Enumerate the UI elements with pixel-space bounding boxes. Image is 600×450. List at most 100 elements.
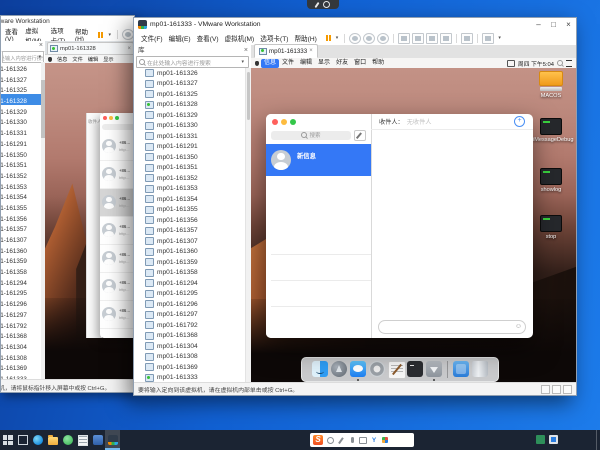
menubar-clock[interactable]: 周四 下午5:04 — [518, 59, 554, 68]
vm-list-item[interactable]: mp01-161291 — [1, 137, 45, 148]
front-library-search-input[interactable]: 在此处输入内容进行搜索 ▾ — [136, 56, 249, 68]
sogou-mode-icon[interactable] — [326, 435, 334, 445]
vm-list-item[interactable]: mp01-161326 — [134, 68, 246, 79]
show-desktop-button[interactable] — [596, 430, 600, 450]
unity-mode-button[interactable] — [440, 33, 452, 44]
dock-textedit-icon[interactable] — [388, 361, 404, 377]
hdd-device-icon[interactable] — [541, 385, 550, 394]
close-light-icon[interactable] — [103, 116, 107, 120]
taskbar-notepad-button[interactable] — [75, 430, 90, 450]
snapshot-manager-button[interactable] — [377, 33, 389, 44]
vm-list-item[interactable]: mp01-161329 — [1, 105, 45, 116]
conversation-row[interactable]: +86…http… — [100, 217, 134, 245]
menu-item[interactable]: 查看(V) — [194, 33, 222, 43]
guest-menu-item[interactable]: 信息 — [261, 59, 279, 68]
guest-menu-item[interactable]: 编辑 — [297, 59, 315, 68]
vm-list-item[interactable]: mp01-161294 — [1, 276, 45, 287]
sogou-keyboard-icon[interactable] — [359, 435, 367, 445]
guest-menu-item[interactable]: 窗口 — [351, 59, 369, 68]
taskbar-edge-button[interactable] — [30, 430, 45, 450]
close-light-icon[interactable] — [272, 119, 278, 125]
taskbar-app-blue-button[interactable] — [90, 430, 105, 450]
dock-downloader-icon[interactable] — [426, 361, 442, 377]
close-button[interactable]: × — [561, 18, 576, 31]
vm-list-item[interactable]: mp01-161308 — [1, 351, 45, 362]
vm-list-item[interactable]: mp01-161352 — [1, 169, 45, 180]
minimize-button[interactable]: – — [531, 18, 546, 31]
close-panel-button[interactable]: × — [244, 45, 248, 56]
vm-list-item[interactable]: mp01-161325 — [134, 89, 246, 100]
sogou-language-bar[interactable]: S — [310, 433, 414, 447]
show-thumbnails-button[interactable] — [412, 33, 424, 44]
vm-list-item[interactable]: mp01-161351 — [1, 158, 45, 169]
guest-menu-item[interactable]: 显示 — [101, 56, 115, 63]
dock-system-preferences-icon[interactable] — [369, 361, 385, 377]
taskbar-vmware-button[interactable] — [105, 430, 120, 450]
vm-list-item[interactable]: mp01-161352 — [134, 173, 246, 184]
enter-fullscreen-button[interactable] — [426, 33, 438, 44]
zoom-light-icon[interactable] — [290, 119, 296, 125]
snapshot-take-button[interactable] — [349, 33, 361, 44]
to-field[interactable]: 无收件人 — [407, 117, 432, 126]
vm-list-item[interactable]: mp01-161297 — [1, 308, 45, 319]
vm-list-item[interactable]: mp01-161308 — [134, 352, 246, 363]
back-vm-tab[interactable]: mp01-161328 × — [47, 42, 134, 54]
close-panel-button[interactable]: × — [39, 41, 43, 51]
dock-terminal-icon[interactable] — [407, 361, 423, 377]
vm-list-item[interactable]: mp01-161359 — [1, 254, 45, 265]
tab-close-icon[interactable]: × — [127, 46, 131, 52]
conversation-row[interactable]: +86…http… — [100, 301, 134, 329]
vm-list-item[interactable]: mp01-161327 — [134, 79, 246, 90]
dock-messages-icon[interactable] — [350, 361, 366, 377]
vm-list-item[interactable]: mp01-161357 — [134, 226, 246, 237]
conversation-row[interactable]: +86…http… — [100, 133, 134, 161]
vm-list-item[interactable]: mp01-161328 — [1, 94, 45, 105]
sound-device-icon[interactable] — [563, 385, 572, 394]
sogou-pen-icon[interactable] — [337, 435, 345, 445]
zoom-light-icon[interactable] — [115, 116, 119, 120]
tab-close-icon[interactable]: × — [309, 48, 313, 54]
change-layout-button[interactable] — [482, 33, 494, 44]
maximize-button[interactable]: □ — [546, 18, 561, 31]
vm-list-item[interactable]: mp01-161327 — [1, 73, 45, 84]
sogou-mic-icon[interactable] — [348, 435, 356, 445]
conversation-row[interactable]: +86…http… — [100, 245, 134, 273]
dock-trash-icon[interactable] — [472, 361, 488, 377]
taskbar-start-button[interactable] — [0, 430, 15, 450]
show-library-button[interactable] — [398, 33, 410, 44]
dock-downloads-icon[interactable] — [453, 361, 469, 377]
vm-list-item[interactable]: mp01-161360 — [134, 247, 246, 258]
console-view-button[interactable] — [461, 33, 473, 44]
conversation-selected[interactable]: 新信息 — [266, 144, 371, 176]
apple-logo-icon[interactable] — [255, 61, 259, 66]
vm-list-item[interactable]: mp01-161355 — [134, 205, 246, 216]
compose-button[interactable] — [354, 130, 366, 141]
vm-list-item[interactable]: mp01-161297 — [134, 310, 246, 321]
vm-list-item[interactable]: mp01-161307 — [1, 233, 45, 244]
menu-item[interactable]: 编辑(E) — [166, 33, 194, 43]
snapshot-revert-button[interactable] — [363, 33, 375, 44]
messages-search-input[interactable] — [102, 124, 134, 130]
sogou-logo-icon[interactable]: S — [313, 435, 323, 445]
chevron-down-icon[interactable]: ▾ — [108, 32, 111, 38]
notification-center-icon[interactable] — [566, 60, 572, 67]
chevron-down-icon[interactable]: ▾ — [241, 59, 244, 65]
vm-list-item[interactable]: mp01-161792 — [1, 319, 45, 330]
vm-list-item[interactable]: mp01-161350 — [134, 152, 246, 163]
vm-list-item[interactable]: mp01-161359 — [134, 257, 246, 268]
capture-overlay-pill[interactable] — [307, 0, 339, 9]
vm-list-item[interactable]: mp01-161325 — [1, 83, 45, 94]
network-device-icon[interactable] — [552, 385, 561, 394]
chevron-down-icon[interactable]: ▾ — [498, 35, 501, 41]
vm-list-item[interactable]: mp01-161331 — [1, 126, 45, 137]
minimize-light-icon[interactable] — [109, 116, 113, 120]
vm-list-item[interactable]: mp01-161358 — [134, 268, 246, 279]
guest-menu-item[interactable]: 信息 — [55, 56, 69, 63]
vm-list-item[interactable]: mp01-161356 — [1, 212, 45, 223]
vm-list-item[interactable]: mp01-161304 — [134, 341, 246, 352]
vm-list-item[interactable]: mp01-161353 — [134, 184, 246, 195]
vm-list-item[interactable]: mp01-161369 — [134, 362, 246, 373]
menu-item[interactable]: 帮助(H) — [291, 33, 319, 43]
vm-list-item[interactable]: mp01-161296 — [134, 299, 246, 310]
vm-list-item[interactable]: mp01-161369 — [1, 361, 45, 372]
